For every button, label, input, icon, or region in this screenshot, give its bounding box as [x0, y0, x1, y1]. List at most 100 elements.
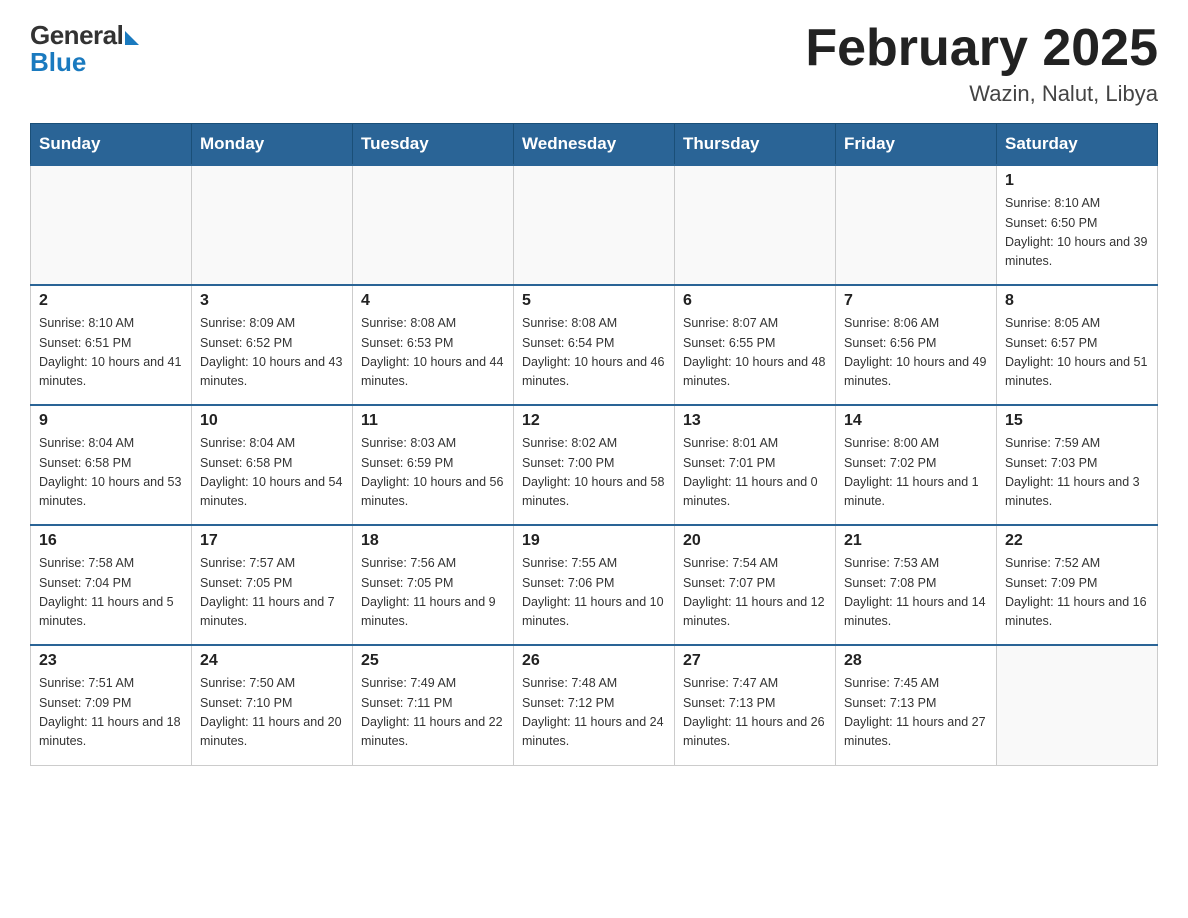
day-number: 11 [361, 412, 505, 430]
day-number: 7 [844, 292, 988, 310]
day-info: Sunrise: 8:08 AMSunset: 6:53 PMDaylight:… [361, 314, 505, 392]
page-header: General Blue February 2025 Wazin, Nalut,… [30, 20, 1158, 107]
location-title: Wazin, Nalut, Libya [805, 81, 1158, 107]
calendar-cell: 28 Sunrise: 7:45 AMSunset: 7:13 PMDayligh… [836, 645, 997, 765]
day-info: Sunrise: 7:59 AMSunset: 7:03 PMDaylight:… [1005, 434, 1149, 512]
calendar-cell: 19Sunrise: 7:55 AMSunset: 7:06 PMDayligh… [514, 525, 675, 645]
day-info: Sunrise: 7:47 AMSunset: 7:13 PMDaylight:… [683, 674, 827, 752]
calendar-cell: 9 Sunrise: 8:04 AMSunset: 6:58 PMDaylight… [31, 405, 192, 525]
day-number: 23 [39, 652, 183, 670]
calendar-cell [514, 165, 675, 285]
day-number: 15 [1005, 412, 1149, 430]
header-cell-sunday: Sunday [31, 124, 192, 166]
day-number: 21 [844, 532, 988, 550]
day-info: Sunrise: 7:54 AMSunset: 7:07 PMDaylight:… [683, 554, 827, 632]
calendar-cell: 24 Sunrise: 7:50 AMSunset: 7:10 PMDayligh… [192, 645, 353, 765]
calendar-cell: 22 Sunrise: 7:52 AMSunset: 7:09 PMDayligh… [997, 525, 1158, 645]
day-info: Sunrise: 8:05 AMSunset: 6:57 PMDaylight:… [1005, 314, 1149, 392]
calendar-header: SundayMondayTuesdayWednesdayThursdayFrid… [31, 124, 1158, 166]
day-number: 25 [361, 652, 505, 670]
calendar-cell: 4 Sunrise: 8:08 AMSunset: 6:53 PMDaylight… [353, 285, 514, 405]
calendar-cell: 11 Sunrise: 8:03 AMSunset: 6:59 PMDayligh… [353, 405, 514, 525]
calendar-cell: 12Sunrise: 8:02 AMSunset: 7:00 PMDayligh… [514, 405, 675, 525]
calendar-cell: 2Sunrise: 8:10 AMSunset: 6:51 PMDaylight… [31, 285, 192, 405]
header-row: SundayMondayTuesdayWednesdayThursdayFrid… [31, 124, 1158, 166]
day-number: 2 [39, 292, 183, 310]
day-number: 19 [522, 532, 666, 550]
calendar-cell [31, 165, 192, 285]
calendar-cell: 27 Sunrise: 7:47 AMSunset: 7:13 PMDayligh… [675, 645, 836, 765]
day-number: 4 [361, 292, 505, 310]
day-number: 1 [1005, 172, 1149, 190]
calendar-cell: 21 Sunrise: 7:53 AMSunset: 7:08 PMDayligh… [836, 525, 997, 645]
calendar-table: SundayMondayTuesdayWednesdayThursdayFrid… [30, 123, 1158, 766]
calendar-cell: 17 Sunrise: 7:57 AMSunset: 7:05 PMDayligh… [192, 525, 353, 645]
week-row-1: 1 Sunrise: 8:10 AMSunset: 6:50 PMDaylight… [31, 165, 1158, 285]
day-info: Sunrise: 8:09 AMSunset: 6:52 PMDaylight:… [200, 314, 344, 392]
calendar-cell: 20 Sunrise: 7:54 AMSunset: 7:07 PMDayligh… [675, 525, 836, 645]
day-info: Sunrise: 8:10 AMSunset: 6:50 PMDaylight:… [1005, 194, 1149, 272]
day-info: Sunrise: 7:56 AMSunset: 7:05 PMDaylight:… [361, 554, 505, 632]
day-info: Sunrise: 7:57 AMSunset: 7:05 PMDaylight:… [200, 554, 344, 632]
day-info: Sunrise: 7:45 AMSunset: 7:13 PMDaylight:… [844, 674, 988, 752]
day-info: Sunrise: 8:04 AMSunset: 6:58 PMDaylight:… [39, 434, 183, 512]
day-number: 8 [1005, 292, 1149, 310]
calendar-cell: 14 Sunrise: 8:00 AMSunset: 7:02 PMDayligh… [836, 405, 997, 525]
day-number: 14 [844, 412, 988, 430]
calendar-body: 1 Sunrise: 8:10 AMSunset: 6:50 PMDaylight… [31, 165, 1158, 765]
calendar-cell: 15 Sunrise: 7:59 AMSunset: 7:03 PMDayligh… [997, 405, 1158, 525]
day-info: Sunrise: 8:04 AMSunset: 6:58 PMDaylight:… [200, 434, 344, 512]
day-info: Sunrise: 8:06 AMSunset: 6:56 PMDaylight:… [844, 314, 988, 392]
day-info: Sunrise: 7:53 AMSunset: 7:08 PMDaylight:… [844, 554, 988, 632]
logo-blue-text: Blue [30, 47, 86, 78]
header-cell-monday: Monday [192, 124, 353, 166]
calendar-cell: 3 Sunrise: 8:09 AMSunset: 6:52 PMDaylight… [192, 285, 353, 405]
day-number: 26 [522, 652, 666, 670]
day-info: Sunrise: 7:50 AMSunset: 7:10 PMDaylight:… [200, 674, 344, 752]
calendar-cell: 7 Sunrise: 8:06 AMSunset: 6:56 PMDaylight… [836, 285, 997, 405]
week-row-3: 9 Sunrise: 8:04 AMSunset: 6:58 PMDaylight… [31, 405, 1158, 525]
logo: General Blue [30, 20, 139, 78]
day-info: Sunrise: 8:08 AMSunset: 6:54 PMDaylight:… [522, 314, 666, 392]
day-number: 16 [39, 532, 183, 550]
header-cell-thursday: Thursday [675, 124, 836, 166]
day-number: 27 [683, 652, 827, 670]
calendar-cell: 23 Sunrise: 7:51 AMSunset: 7:09 PMDayligh… [31, 645, 192, 765]
day-info: Sunrise: 7:51 AMSunset: 7:09 PMDaylight:… [39, 674, 183, 752]
week-row-5: 23 Sunrise: 7:51 AMSunset: 7:09 PMDayligh… [31, 645, 1158, 765]
day-info: Sunrise: 7:49 AMSunset: 7:11 PMDaylight:… [361, 674, 505, 752]
header-cell-tuesday: Tuesday [353, 124, 514, 166]
day-info: Sunrise: 8:07 AMSunset: 6:55 PMDaylight:… [683, 314, 827, 392]
calendar-cell [997, 645, 1158, 765]
calendar-cell [836, 165, 997, 285]
day-info: Sunrise: 8:01 AMSunset: 7:01 PMDaylight:… [683, 434, 827, 512]
month-title: February 2025 [805, 20, 1158, 77]
day-number: 22 [1005, 532, 1149, 550]
day-info: Sunrise: 7:48 AMSunset: 7:12 PMDaylight:… [522, 674, 666, 752]
day-number: 6 [683, 292, 827, 310]
header-cell-friday: Friday [836, 124, 997, 166]
title-area: February 2025 Wazin, Nalut, Libya [805, 20, 1158, 107]
day-number: 10 [200, 412, 344, 430]
calendar-cell: 18Sunrise: 7:56 AMSunset: 7:05 PMDayligh… [353, 525, 514, 645]
calendar-cell [192, 165, 353, 285]
calendar-cell: 1 Sunrise: 8:10 AMSunset: 6:50 PMDaylight… [997, 165, 1158, 285]
day-number: 24 [200, 652, 344, 670]
day-number: 20 [683, 532, 827, 550]
calendar-cell: 6 Sunrise: 8:07 AMSunset: 6:55 PMDaylight… [675, 285, 836, 405]
calendar-cell: 16Sunrise: 7:58 AMSunset: 7:04 PMDayligh… [31, 525, 192, 645]
week-row-4: 16Sunrise: 7:58 AMSunset: 7:04 PMDayligh… [31, 525, 1158, 645]
day-number: 13 [683, 412, 827, 430]
day-info: Sunrise: 8:03 AMSunset: 6:59 PMDaylight:… [361, 434, 505, 512]
day-number: 28 [844, 652, 988, 670]
day-number: 3 [200, 292, 344, 310]
day-info: Sunrise: 7:52 AMSunset: 7:09 PMDaylight:… [1005, 554, 1149, 632]
day-number: 17 [200, 532, 344, 550]
calendar-cell [353, 165, 514, 285]
header-cell-saturday: Saturday [997, 124, 1158, 166]
calendar-cell [675, 165, 836, 285]
calendar-cell: 8 Sunrise: 8:05 AMSunset: 6:57 PMDaylight… [997, 285, 1158, 405]
day-info: Sunrise: 8:00 AMSunset: 7:02 PMDaylight:… [844, 434, 988, 512]
calendar-cell: 25 Sunrise: 7:49 AMSunset: 7:11 PMDayligh… [353, 645, 514, 765]
day-number: 9 [39, 412, 183, 430]
